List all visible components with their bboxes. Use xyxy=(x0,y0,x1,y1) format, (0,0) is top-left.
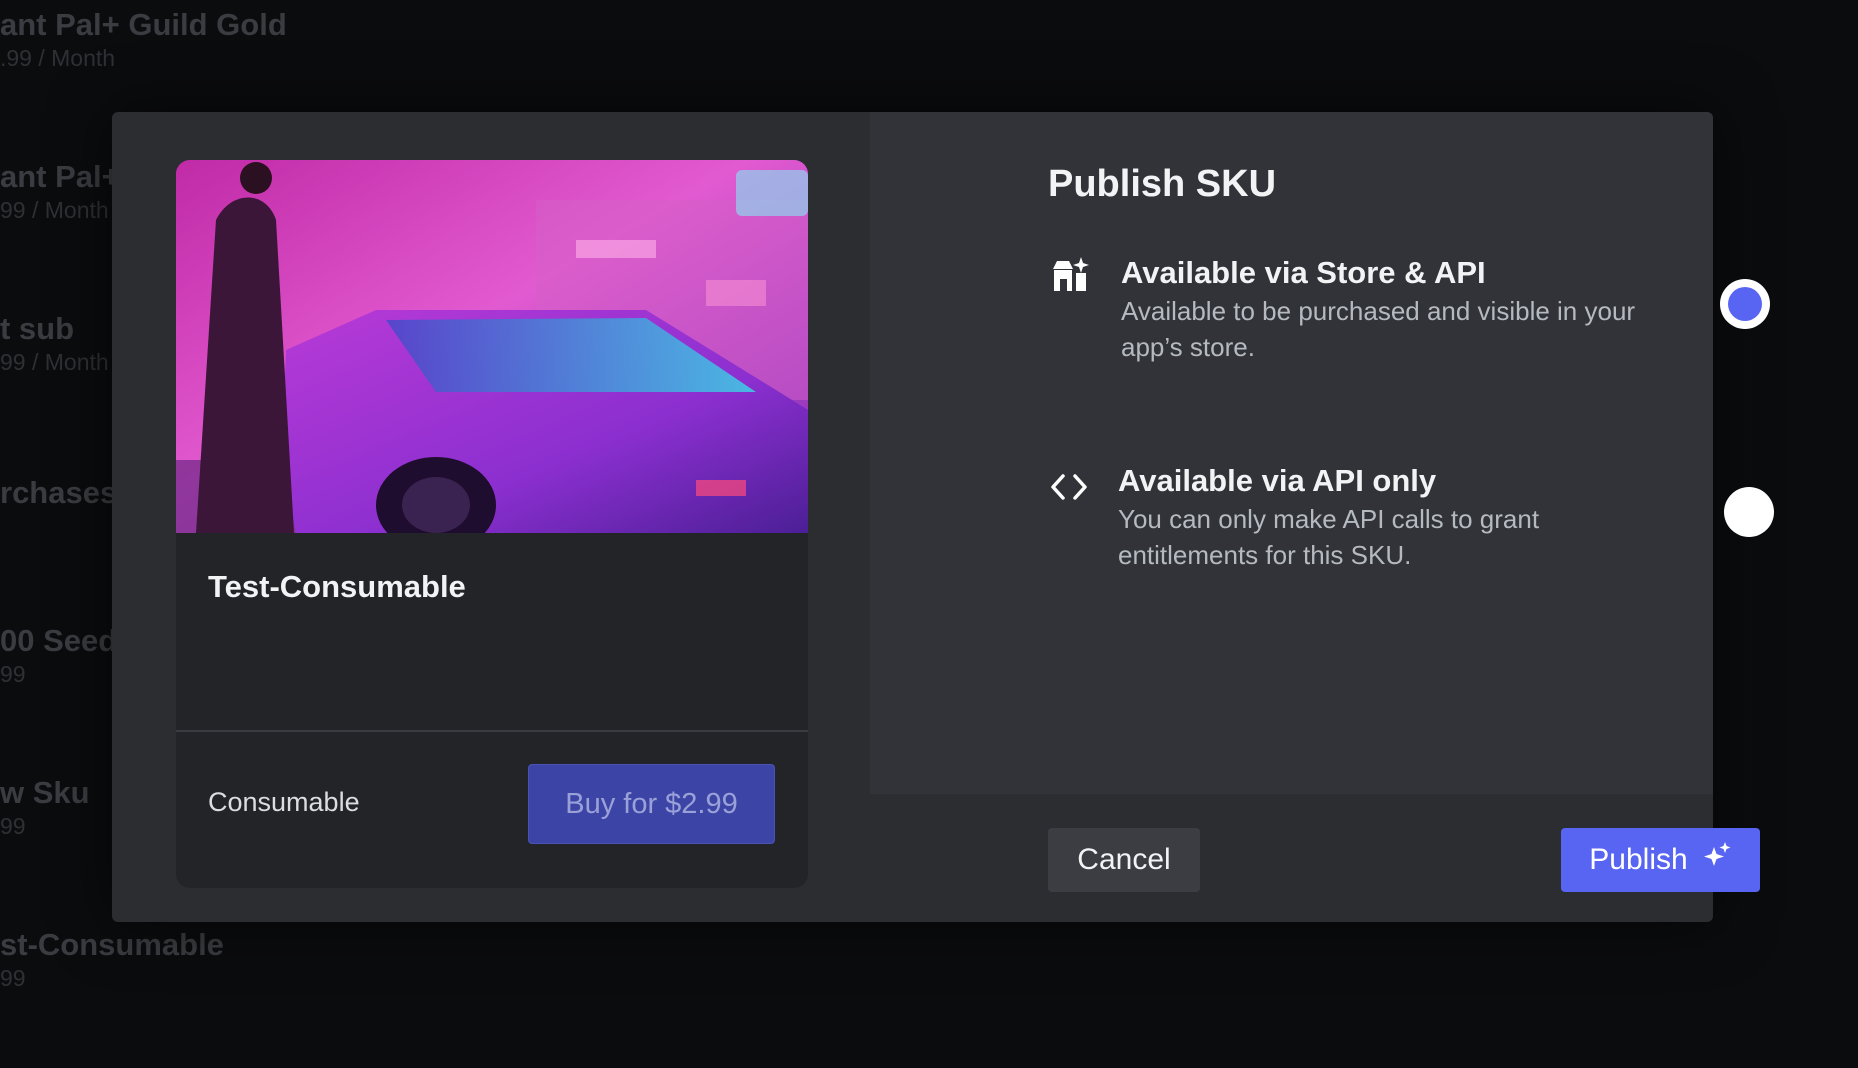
background-list-item: st-Consumable 99 xyxy=(0,926,224,992)
background-list-item: w Sku 99 xyxy=(0,774,90,840)
sku-type-label: Consumable xyxy=(208,787,360,817)
publish-sku-modal: Test-Consumable Consumable Buy for $2.99… xyxy=(112,112,1774,922)
background-item-title: w Sku xyxy=(0,775,90,810)
background-item-subtitle: .99 / Month xyxy=(0,45,116,72)
store-sparkle-icon xyxy=(1048,254,1090,296)
publish-button-label: Publish xyxy=(1589,843,1688,876)
background-item-title: st-Consumable xyxy=(0,927,224,962)
background-item-subtitle: 99 xyxy=(0,965,26,992)
background-item-subtitle: 99 / Month xyxy=(0,349,109,376)
background-item-subtitle: 99 / Month xyxy=(0,197,109,224)
sku-preview-section: Test-Consumable Consumable Buy for $2.99 xyxy=(112,112,870,922)
sparkle-icon xyxy=(1702,841,1732,879)
publish-button[interactable]: Publish xyxy=(1561,828,1760,892)
sku-preview-card: Test-Consumable Consumable Buy for $2.99 xyxy=(176,160,808,888)
background-list-item: ant Pal+ Guild Gold .99 / Month xyxy=(0,6,287,72)
code-brackets-icon xyxy=(1048,466,1090,508)
background-item-title: ant Pal+ xyxy=(0,159,120,194)
background-item-title: ant Pal+ Guild Gold xyxy=(0,7,287,42)
card-divider xyxy=(176,730,808,732)
panel-title: Publish SKU xyxy=(1048,163,1277,205)
radio-api-only[interactable] xyxy=(1724,487,1774,537)
cyberpunk-car-artwork xyxy=(176,160,808,533)
sku-name: Test-Consumable xyxy=(208,569,466,604)
radio-store-and-api[interactable] xyxy=(1720,279,1770,329)
sku-image xyxy=(176,160,808,533)
background-item-title: t sub xyxy=(0,311,75,346)
background-list-item: t sub 99 / Month xyxy=(0,310,109,376)
background-item-subtitle: 99 xyxy=(0,813,26,840)
background-list-item: rchases xyxy=(0,474,117,513)
option-description: You can only make API calls to grant ent… xyxy=(1118,504,1540,571)
option-text: Available via Store & API Available to b… xyxy=(1121,254,1681,365)
background-list-item: ant Pal+ 99 / Month xyxy=(0,158,120,224)
cancel-button[interactable]: Cancel xyxy=(1048,828,1200,892)
option-description: Available to be purchased and visible in… xyxy=(1121,296,1636,363)
publish-options-panel: Publish SKU Available via Store & API Av… xyxy=(870,112,1774,794)
option-text: Available via API only You can only make… xyxy=(1118,462,1678,573)
background-item-title: rchases xyxy=(0,475,118,510)
cancel-button-label: Cancel xyxy=(1077,843,1171,876)
option-title: Available via API only xyxy=(1118,463,1437,498)
buy-button[interactable]: Buy for $2.99 xyxy=(528,764,775,844)
option-title: Available via Store & API xyxy=(1121,255,1486,290)
